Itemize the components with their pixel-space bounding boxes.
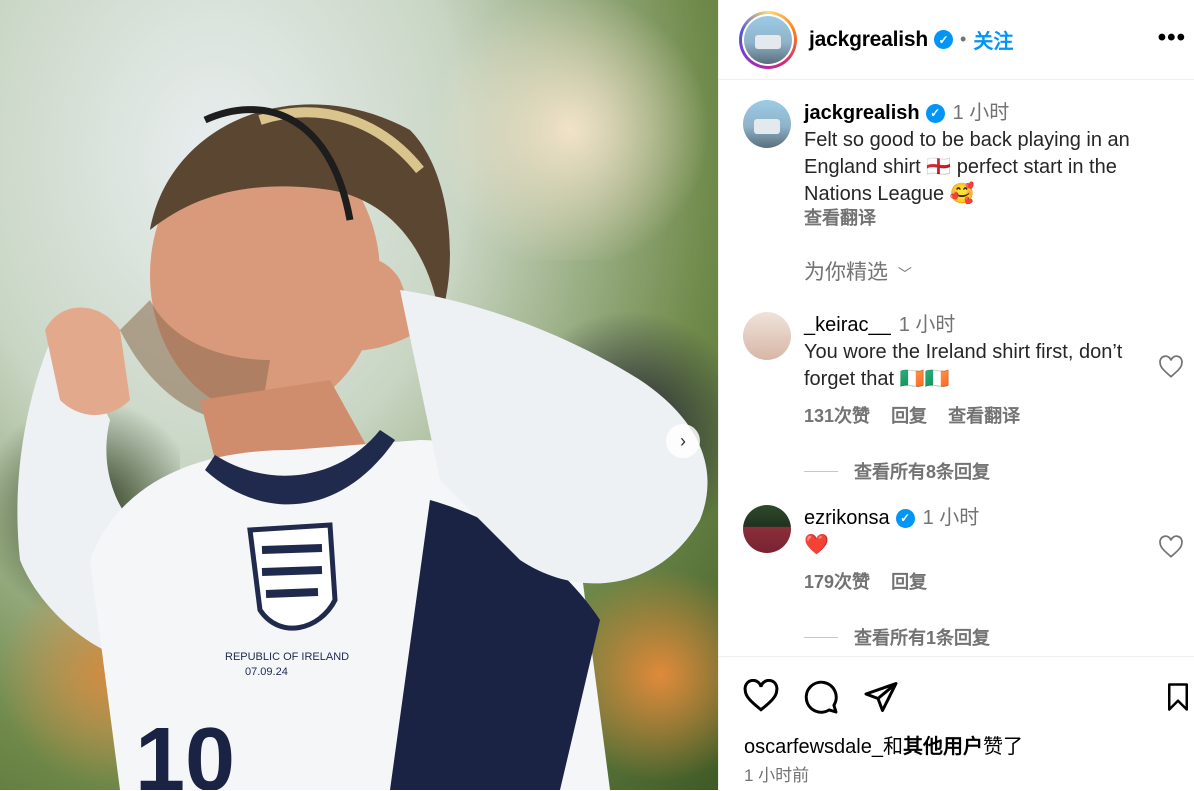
caption-username[interactable]: jackgrealish — [804, 102, 920, 124]
view-replies-label[interactable]: 查看所有1条回复 — [854, 624, 990, 650]
commenter-avatar[interactable] — [743, 312, 791, 360]
svg-text:REPUBLIC OF IRELAND: REPUBLIC OF IRELAND — [225, 651, 349, 663]
next-image-button[interactable]: › — [666, 424, 700, 458]
caption-translate[interactable]: 查看翻译 — [804, 208, 1146, 228]
comment-reply-button[interactable]: 回复 — [891, 572, 927, 592]
liked-by-text: oscarfewsdale_和其他用户赞了 — [744, 730, 1023, 759]
comment-meta: 179次赞 回复 — [804, 569, 1146, 596]
comment-text: ❤️ — [804, 534, 829, 556]
like-comment-heart-icon[interactable] — [1158, 355, 1184, 381]
like-heart-icon[interactable] — [743, 679, 779, 715]
caption-text: Felt so good to be back playing in an En… — [804, 129, 1130, 205]
comment-time: 1 小时 — [922, 507, 980, 529]
comment-username[interactable]: ezrikonsa — [804, 507, 890, 529]
comment-username[interactable]: _keirac__ — [804, 314, 891, 336]
author-story-ring[interactable] — [739, 10, 797, 69]
view-replies-label[interactable]: 查看所有8条回复 — [854, 458, 990, 484]
post-time-ago: 1 小时前 — [744, 766, 810, 785]
save-bookmark-icon[interactable] — [1163, 679, 1193, 715]
more-options-icon[interactable]: ••• — [1158, 24, 1186, 52]
caption-avatar[interactable] — [743, 100, 791, 148]
author-username[interactable]: jackgrealish — [809, 28, 928, 52]
share-send-icon[interactable] — [863, 679, 899, 715]
svg-text:10: 10 — [135, 710, 235, 790]
separator-dot: • — [960, 29, 967, 49]
follow-button[interactable]: 关注 — [973, 25, 1013, 54]
liked-by-suffix: 赞了 — [982, 736, 1023, 758]
player-figure: REPUBLIC OF IRELAND 07.09.24 10 — [17, 104, 708, 790]
post-actions-bar: oscarfewsdale_和其他用户赞了 1 小时前 — [719, 656, 1194, 791]
post-header: jackgrealish ✓ • 关注 ••• — [719, 0, 1194, 80]
comment-reply-button[interactable]: 回复 — [891, 406, 927, 426]
verified-badge-icon: ✓ — [895, 509, 915, 529]
liked-by-others[interactable]: 其他用户 — [903, 736, 983, 758]
comment-time: 1 小时 — [898, 314, 956, 336]
comment-meta: 131次赞 回复 查看翻译 — [804, 403, 1146, 430]
commenter-avatar[interactable] — [743, 505, 791, 553]
post-photo: REPUBLIC OF IRELAND 07.09.24 10 › — [0, 0, 718, 790]
view-replies-button[interactable]: 查看所有8条回复 — [804, 458, 990, 484]
liked-by-user[interactable]: oscarfewsdale_ — [744, 736, 883, 758]
like-comment-heart-icon[interactable] — [1158, 535, 1184, 561]
caption-time: 1 小时 — [952, 102, 1010, 124]
verified-badge-icon: ✓ — [934, 30, 954, 49]
comment-likes-count[interactable]: 179次赞 — [804, 572, 870, 592]
suggested-sort-dropdown[interactable]: 为你精选 ﹀ — [804, 256, 912, 286]
svg-text:07.09.24: 07.09.24 — [245, 666, 288, 678]
comment-text: You wore the Ireland shirt first, don’t … — [804, 341, 1123, 390]
suggested-sort-label: 为你精选 — [804, 261, 888, 284]
liked-by-and: 和 — [882, 736, 903, 758]
author-avatar — [744, 15, 792, 64]
post-side-panel: jackgrealish ✓ • 关注 ••• jackgrealish ✓ 1 小… — [718, 0, 1194, 790]
view-replies-button[interactable]: 查看所有1条回复 — [804, 624, 990, 650]
comment-likes-count[interactable]: 131次赞 — [804, 406, 870, 426]
chevron-down-icon: ﹀ — [897, 266, 912, 282]
caption-translate-label[interactable]: 查看翻译 — [804, 208, 876, 228]
comment-translate-button[interactable]: 查看翻译 — [948, 406, 1020, 426]
verified-badge-icon: ✓ — [925, 104, 945, 124]
comment-bubble-icon[interactable] — [803, 679, 839, 715]
